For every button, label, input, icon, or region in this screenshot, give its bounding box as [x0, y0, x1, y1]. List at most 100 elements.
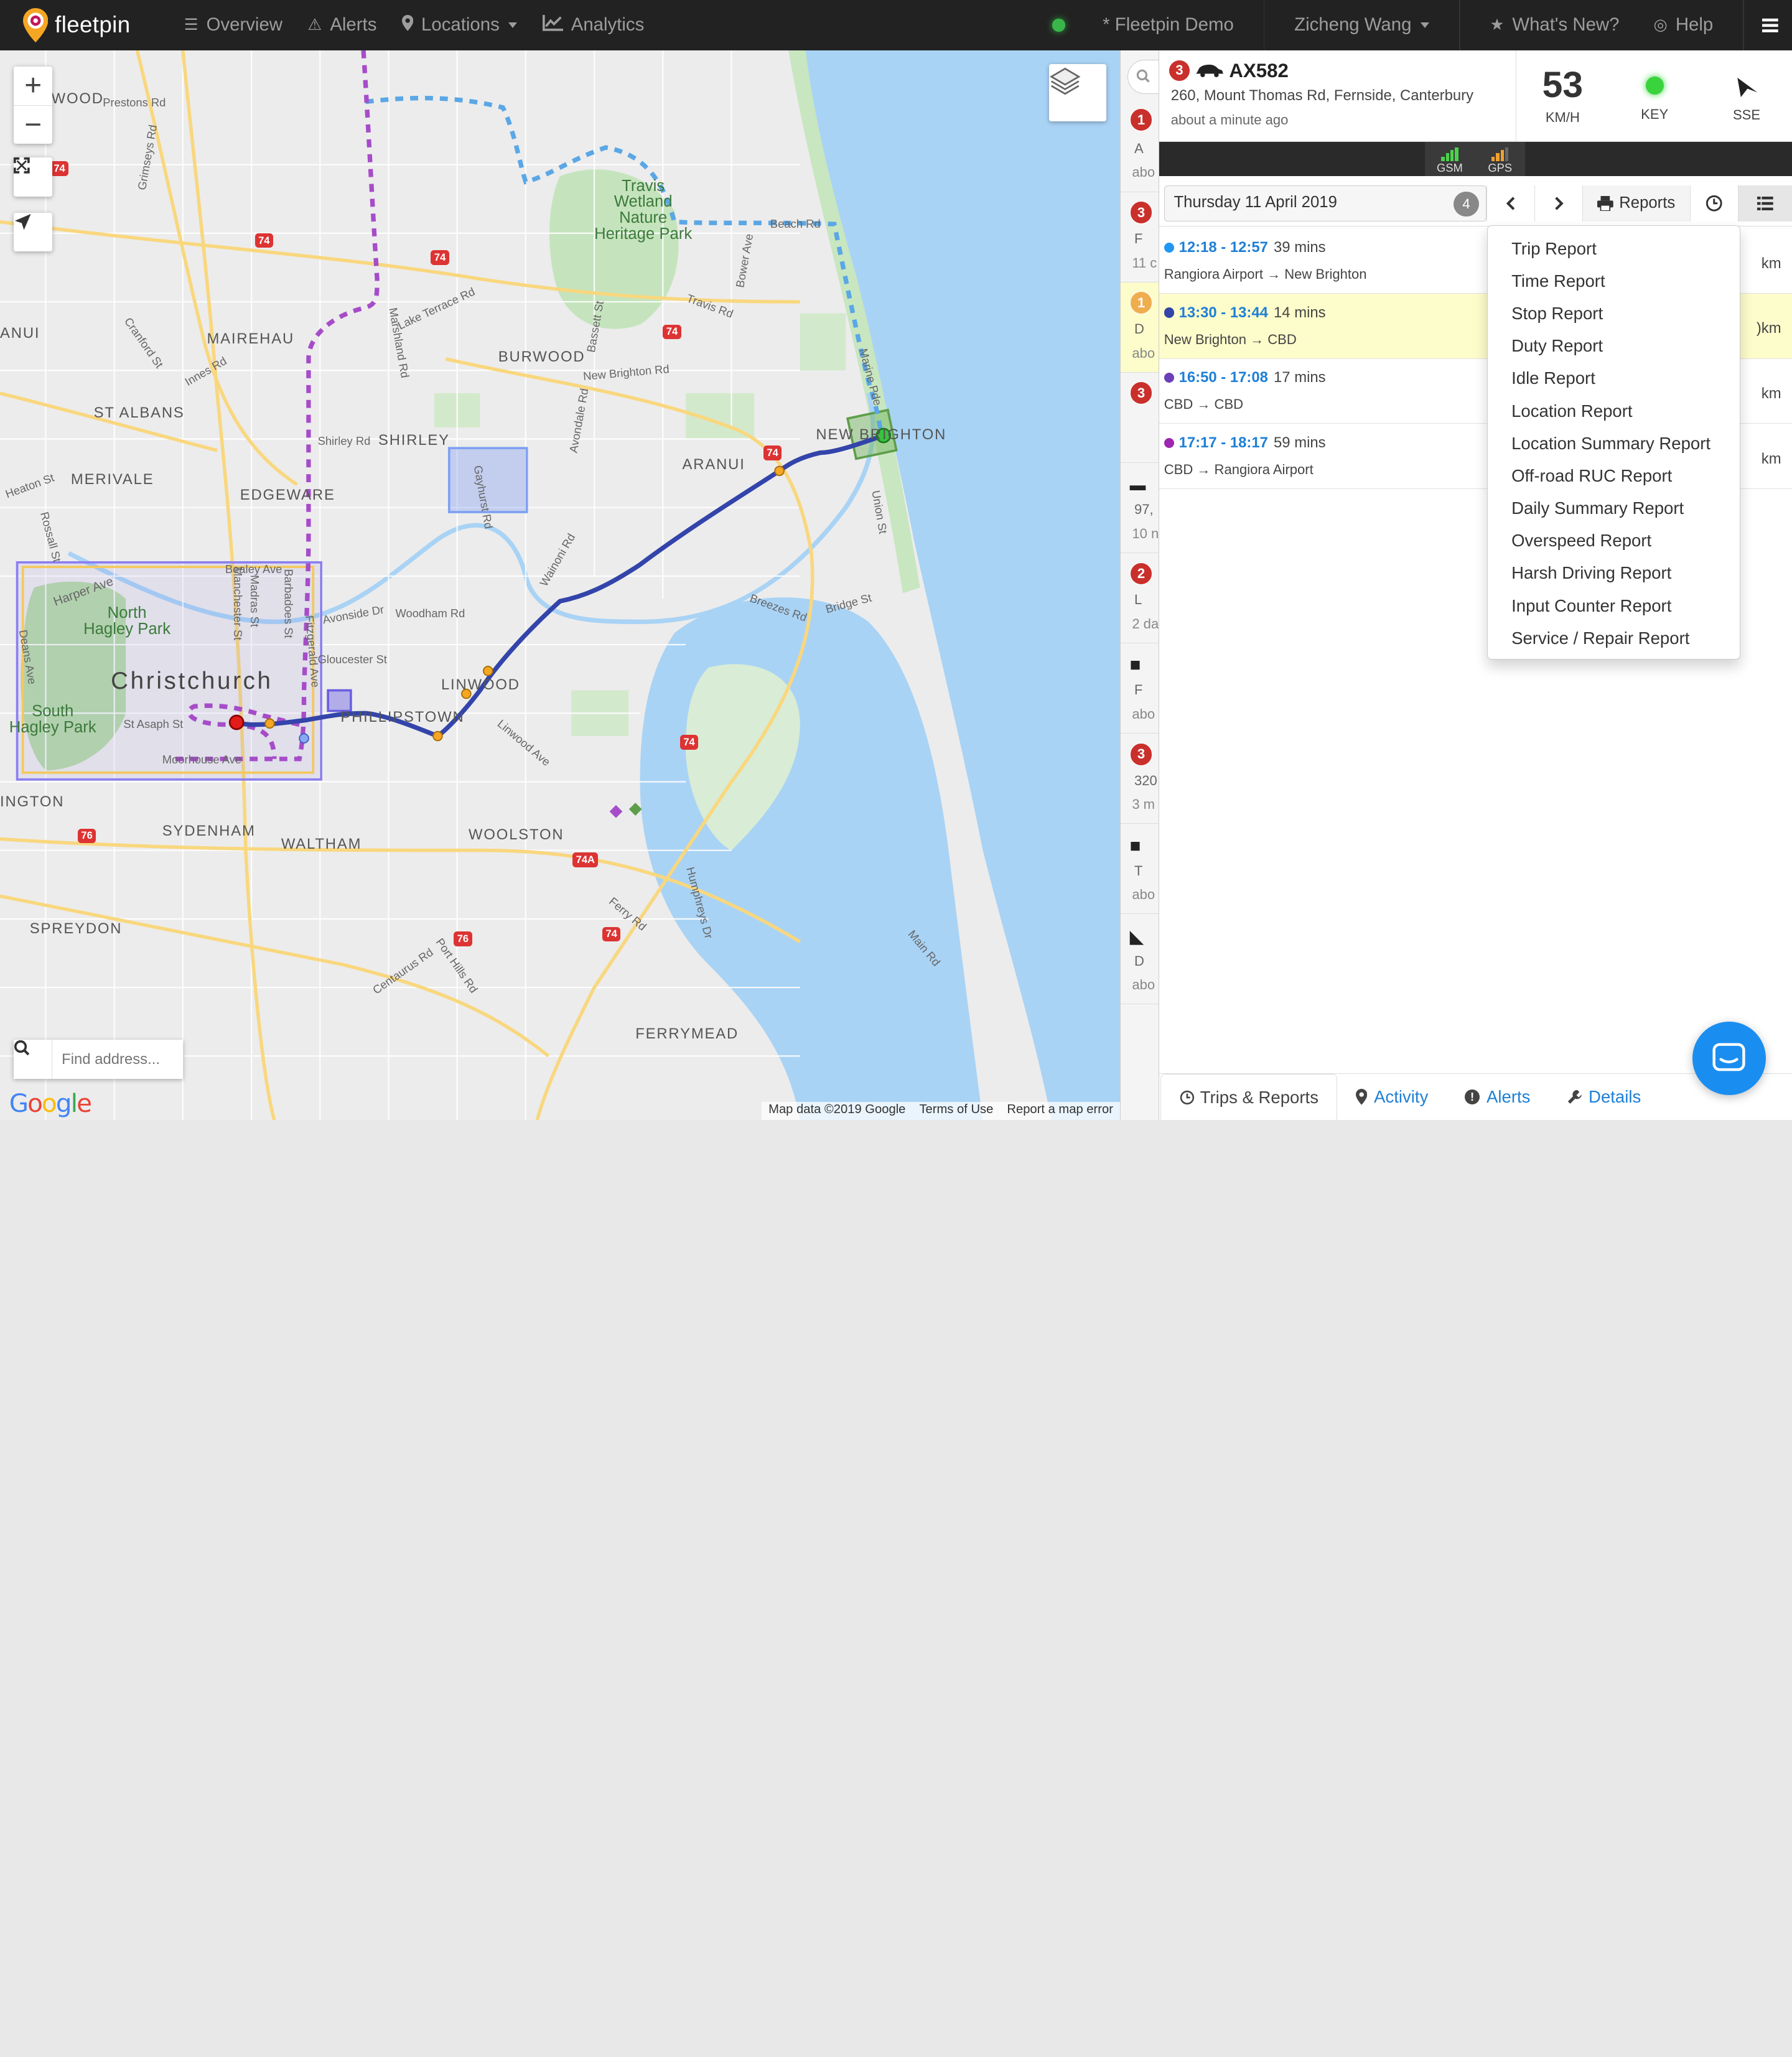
map-label-merivale: MERIVALE — [70, 470, 154, 488]
date-picker[interactable]: Thursday 11 April 2019 4 — [1164, 185, 1486, 222]
chevron-down-icon — [1421, 22, 1430, 28]
tab-trips-reports-label: Trips & Reports — [1200, 1087, 1318, 1107]
road-label-gloucester: Gloucester St — [317, 652, 387, 666]
phillipstown-geofence — [327, 689, 352, 712]
vehicle-list-item[interactable]: 3 320 3 m — [1120, 734, 1159, 824]
map-view[interactable]: Christchurch Travis Wetland Nature Herit… — [0, 50, 1120, 1120]
road-label-shirley: Shirley Rd — [317, 434, 371, 447]
report-error-link[interactable]: Report a map error — [1007, 1103, 1113, 1119]
tab-activity[interactable]: Activity — [1337, 1074, 1446, 1120]
vehicle-location-text: T — [1134, 862, 1143, 879]
menu-item-overspeed-report[interactable]: Overspeed Report — [1488, 525, 1740, 557]
my-location-button[interactable] — [14, 212, 53, 252]
vehicle-location-text: D — [1134, 321, 1144, 337]
menu-item-input-counter-report[interactable]: Input Counter Report — [1488, 590, 1740, 622]
reports-button[interactable]: Reports — [1582, 185, 1690, 222]
zoom-out-button[interactable]: − — [14, 105, 53, 144]
poi-marker-icon[interactable] — [628, 802, 642, 816]
vehicle-title: 3 AX582 — [1169, 60, 1289, 82]
vehicle-list-item[interactable]: ▬ 97, 10 n — [1120, 463, 1159, 553]
nav-locations-label: Locations — [421, 14, 500, 35]
zoom-in-button[interactable]: + — [14, 67, 52, 105]
poi-marker-icon[interactable] — [609, 805, 623, 818]
car-icon — [1196, 65, 1224, 78]
vehicle-list-item[interactable]: 1 A abo — [1120, 101, 1159, 192]
vehicle-list-item[interactable]: 3 F 11 c — [1120, 192, 1159, 282]
hamburger-menu-button[interactable] — [1744, 0, 1792, 50]
nav-overview[interactable]: ☰ Overview — [172, 0, 296, 50]
road-label-barbadoes: Barbadoes St — [282, 569, 296, 638]
fullscreen-button[interactable] — [14, 157, 53, 197]
vehicle-list: 1 A abo 3 F 11 c 1 D abo 3 ▬ 97, 10 n 2 … — [1119, 50, 1159, 1120]
vehicle-list-item[interactable]: 3 — [1120, 373, 1159, 463]
google-logo[interactable]: Google — [9, 1088, 92, 1118]
trip-duration: 59 mins — [1274, 434, 1326, 451]
vehicle-list-item[interactable]: ■ T abo — [1120, 824, 1159, 915]
fleetpin-pin-icon — [22, 7, 49, 42]
chat-launcher-button[interactable] — [1692, 1022, 1766, 1095]
terms-link[interactable]: Terms of Use — [919, 1103, 993, 1119]
trip-time: 12:18 - 12:57 — [1178, 238, 1268, 256]
menu-item-stop-report[interactable]: Stop Report — [1488, 297, 1740, 330]
trip-color-dot-icon — [1164, 242, 1175, 253]
vehicle-list-item[interactable]: ◣ D abo — [1120, 914, 1159, 1005]
tab-alerts[interactable]: ! Alerts — [1447, 1074, 1549, 1120]
help-link[interactable]: ◎ Help — [1633, 0, 1743, 50]
map-label-sydenham: SYDENHAM — [162, 823, 256, 840]
list-view-button[interactable] — [1737, 185, 1792, 222]
vehicle-name: AX582 — [1229, 59, 1289, 82]
menu-item-location-summary-report[interactable]: Location Summary Report — [1488, 427, 1740, 460]
menu-item-idle-report[interactable]: Idle Report — [1488, 362, 1740, 394]
previous-day-button[interactable] — [1486, 185, 1534, 222]
gps-bars-icon — [1491, 147, 1509, 161]
map-label-ferrymead: FERRYMEAD — [635, 1025, 739, 1042]
van-icon: ■ — [1129, 655, 1141, 676]
menu-item-location-report[interactable]: Location Report — [1488, 395, 1740, 427]
user-menu[interactable]: Zicheng Wang — [1264, 0, 1459, 50]
reports-dropdown-menu: Trip Report Time Report Stop Report Duty… — [1486, 225, 1741, 660]
vehicle-position-marker-icon[interactable] — [228, 714, 245, 730]
route-shield: 74 — [254, 233, 273, 248]
map-label-new-brighton: NEW BRIGHTON — [816, 426, 947, 444]
brand-logo[interactable]: fleetpin — [0, 7, 172, 42]
vehicle-list-item[interactable]: 2 L 2 da — [1120, 553, 1159, 644]
tab-details[interactable]: Details — [1549, 1074, 1659, 1120]
route-shield: 74 — [679, 734, 699, 750]
account-selector[interactable]: * Fleetpin Demo — [1090, 0, 1264, 50]
map-label-linwood: LINWOOD — [441, 676, 520, 694]
search-icon[interactable] — [14, 1040, 53, 1079]
menu-item-trip-report[interactable]: Trip Report — [1488, 233, 1740, 265]
nav-locations[interactable]: Locations — [390, 0, 530, 50]
panel-tabs: Trips & Reports Activity ! Alerts Detail… — [1159, 1073, 1792, 1120]
next-day-button[interactable] — [1534, 185, 1582, 222]
menu-item-service-repair-report[interactable]: Service / Repair Report — [1488, 622, 1740, 655]
tab-details-label: Details — [1589, 1087, 1641, 1107]
whats-new-link[interactable]: ★ What's New? — [1460, 0, 1633, 50]
nav-alerts[interactable]: ⚠ Alerts — [295, 0, 389, 50]
nav-analytics[interactable]: Analytics — [530, 0, 657, 50]
heading-value: SSE — [1732, 107, 1761, 123]
vehicle-time-text: abo — [1132, 345, 1155, 361]
vehicle-time-text: 3 m — [1132, 796, 1155, 813]
road-label-madras: Madras St — [248, 575, 262, 627]
menu-item-time-report[interactable]: Time Report — [1488, 265, 1740, 297]
vehicle-address: 260, Mount Thomas Rd, Fernside, Canterbu… — [1170, 86, 1474, 104]
map-canvas[interactable] — [0, 50, 1120, 1120]
vehicle-list-item[interactable]: ■ F abo — [1120, 643, 1159, 734]
vehicle-list-item[interactable]: 1 D abo — [1120, 282, 1159, 373]
tab-trips-reports[interactable]: Trips & Reports — [1160, 1073, 1338, 1120]
menu-item-offroad-ruc-report[interactable]: Off-road RUC Report — [1488, 460, 1740, 492]
online-status-icon — [1052, 19, 1065, 32]
search-input[interactable] — [1127, 59, 1159, 94]
nav-overview-label: Overview — [206, 14, 283, 35]
menu-item-duty-report[interactable]: Duty Report — [1488, 330, 1740, 362]
vehicle-last-update: about a minute ago — [1170, 111, 1289, 128]
vehicle-search[interactable] — [1121, 50, 1159, 102]
menu-item-daily-summary-report[interactable]: Daily Summary Report — [1488, 492, 1740, 525]
speed-value: 53 — [1542, 65, 1584, 106]
map-layers-button[interactable] — [1049, 63, 1106, 121]
find-address-input[interactable] — [52, 1050, 179, 1068]
route-shield: 74 — [663, 324, 681, 340]
menu-item-harsh-driving-report[interactable]: Harsh Driving Report — [1488, 557, 1740, 589]
history-button[interactable] — [1689, 185, 1738, 222]
